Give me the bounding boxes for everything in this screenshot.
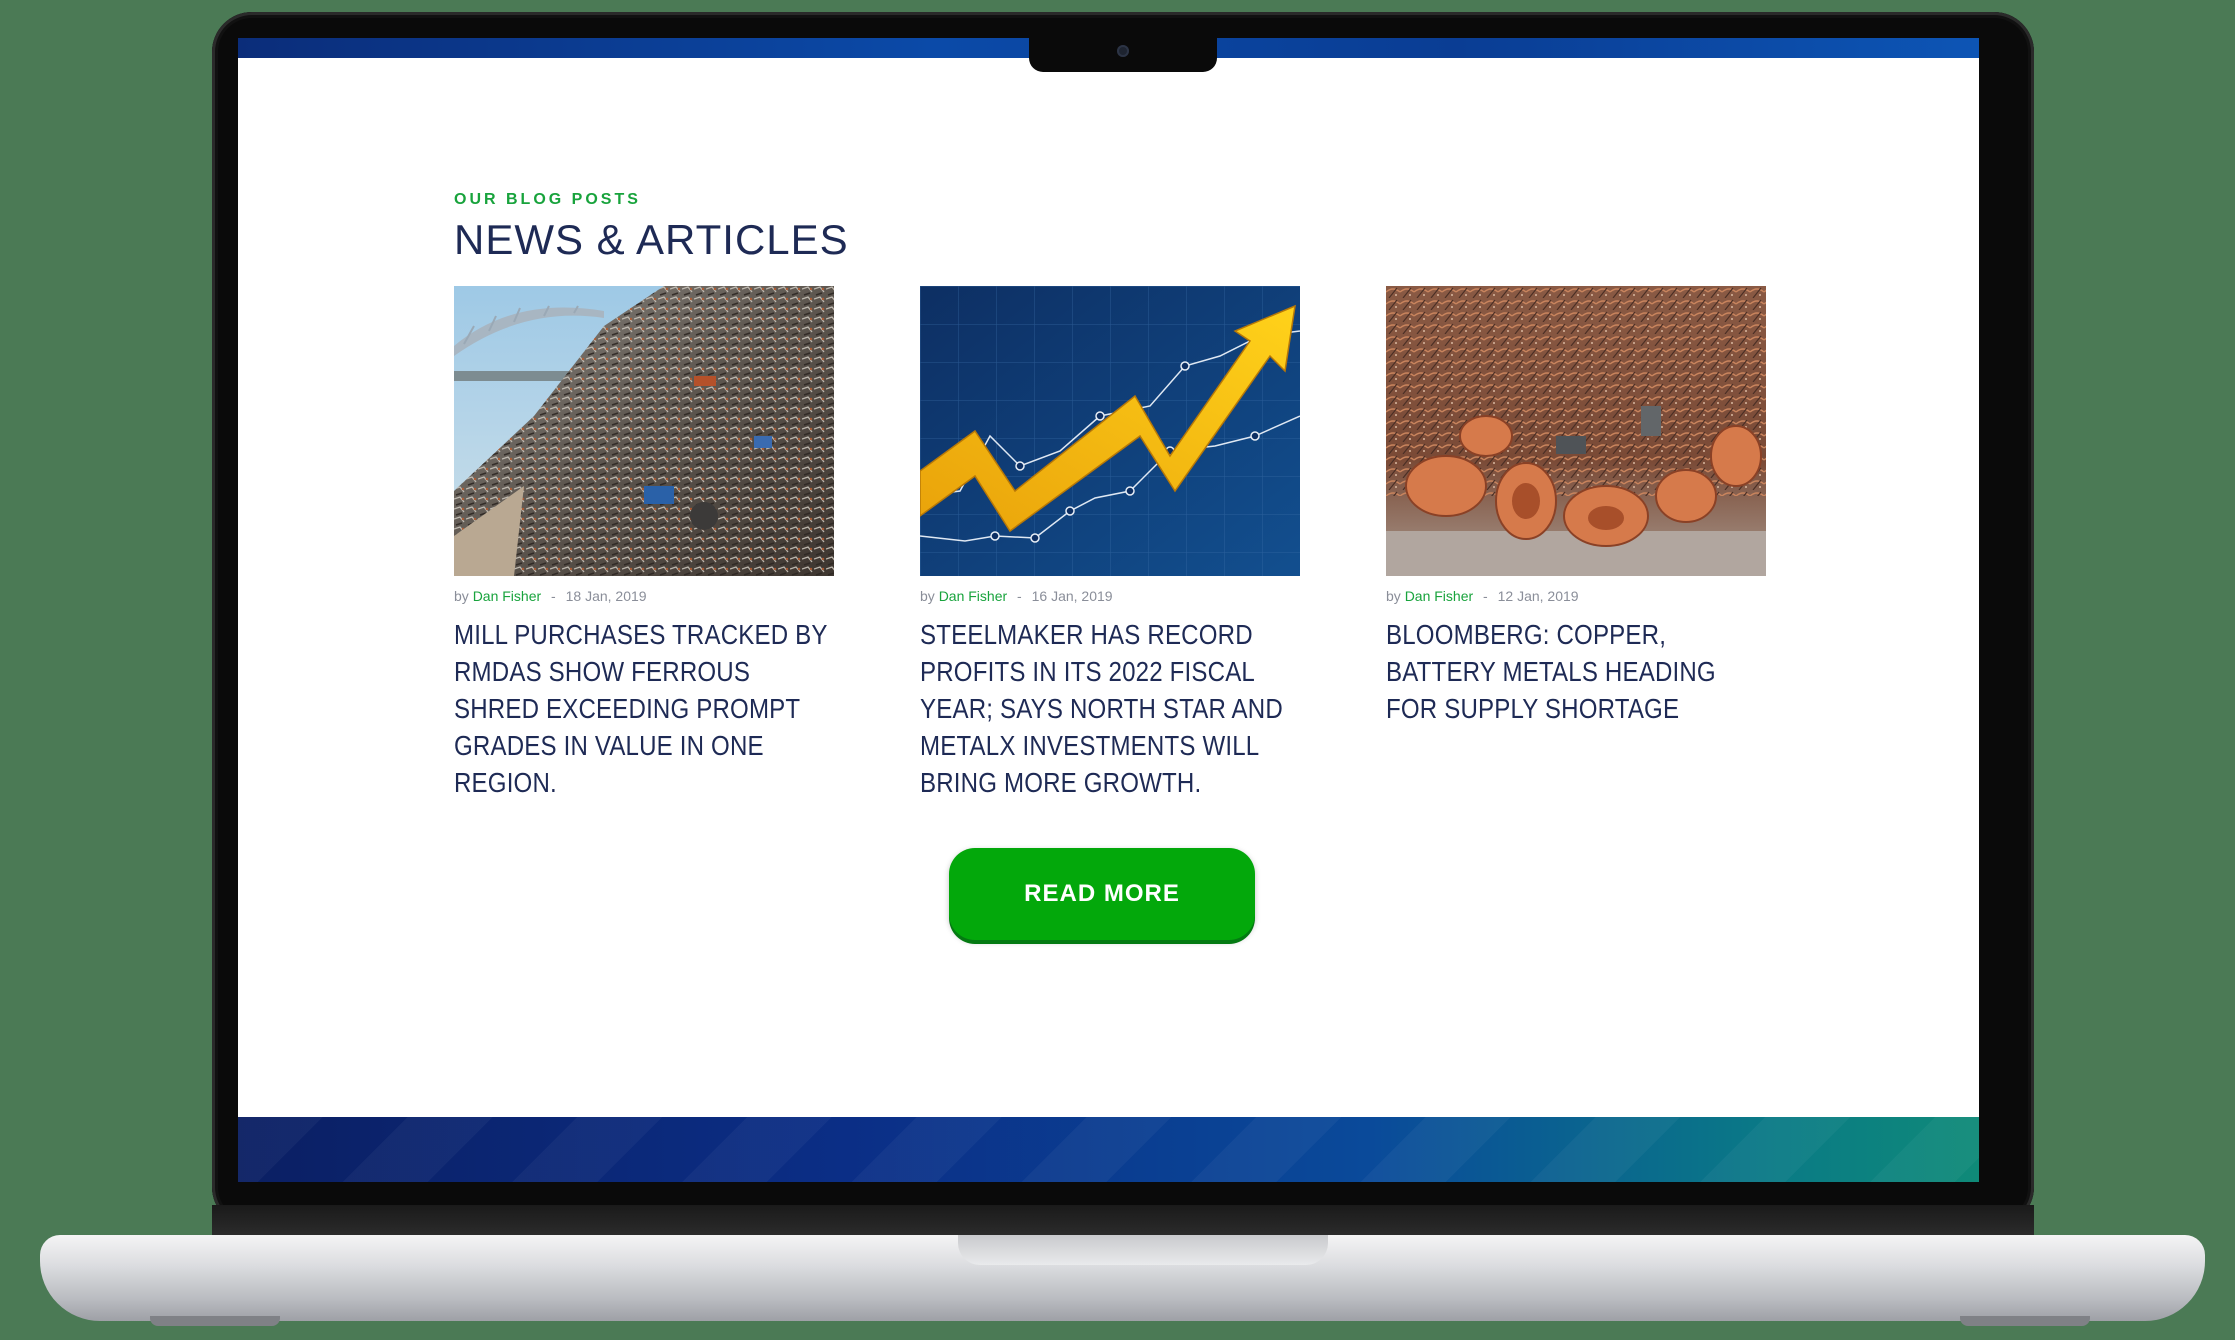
rising-chart-arrow-image[interactable] [920, 286, 1300, 576]
section-title: NEWS & ARTICLES [454, 216, 849, 263]
trackpad-notch [958, 1235, 1328, 1265]
laptop-foot [1960, 1316, 2090, 1326]
blog-card: by Dan Fisher - 16 Jan, 2019 STEELMAKER … [920, 286, 1300, 801]
scrap-metal-pile-photo[interactable] [454, 286, 834, 576]
post-meta: by Dan Fisher - 16 Jan, 2019 [920, 588, 1300, 604]
read-more-button[interactable]: READ MORE [949, 848, 1255, 940]
meta-by: by [454, 588, 469, 604]
laptop-foot [150, 1316, 280, 1326]
laptop-screen: OUR BLOG POSTS NEWS & ARTICLES by Dan Fi… [238, 38, 1979, 1182]
laptop-base [40, 1235, 2205, 1321]
webcam-icon [1117, 45, 1129, 57]
post-date: 18 Jan, 2019 [565, 588, 647, 604]
section-eyebrow: OUR BLOG POSTS [454, 191, 641, 208]
meta-separator: - [1017, 588, 1022, 604]
post-author-link[interactable]: Dan Fisher [939, 588, 1007, 604]
post-date: 12 Jan, 2019 [1497, 588, 1579, 604]
meta-by: by [920, 588, 935, 604]
meta-separator: - [551, 588, 556, 604]
copper-scrap-pile-photo[interactable] [1386, 286, 1766, 576]
post-title-link[interactable]: STEELMAKER HAS RECORD PROFITS IN ITS 202… [920, 616, 1298, 801]
post-date: 16 Jan, 2019 [1031, 588, 1113, 604]
blog-card: by Dan Fisher - 18 Jan, 2019 MILL PURCHA… [454, 286, 834, 801]
post-title-link[interactable]: MILL PURCHASES TRACKED BY RMDAS SHOW FER… [454, 616, 832, 801]
post-author-link[interactable]: Dan Fisher [1405, 588, 1473, 604]
meta-separator: - [1483, 588, 1488, 604]
meta-by: by [1386, 588, 1401, 604]
post-meta: by Dan Fisher - 12 Jan, 2019 [1386, 588, 1766, 604]
blog-card: by Dan Fisher - 12 Jan, 2019 BLOOMBERG: … [1386, 286, 1766, 727]
camera-notch [1029, 38, 1217, 72]
laptop-hinge [212, 1205, 2034, 1235]
post-author-link[interactable]: Dan Fisher [473, 588, 541, 604]
footer-band [238, 1117, 1979, 1182]
post-title-link[interactable]: BLOOMBERG: COPPER, BATTERY METALS HEADIN… [1386, 616, 1764, 727]
post-meta: by Dan Fisher - 18 Jan, 2019 [454, 588, 834, 604]
